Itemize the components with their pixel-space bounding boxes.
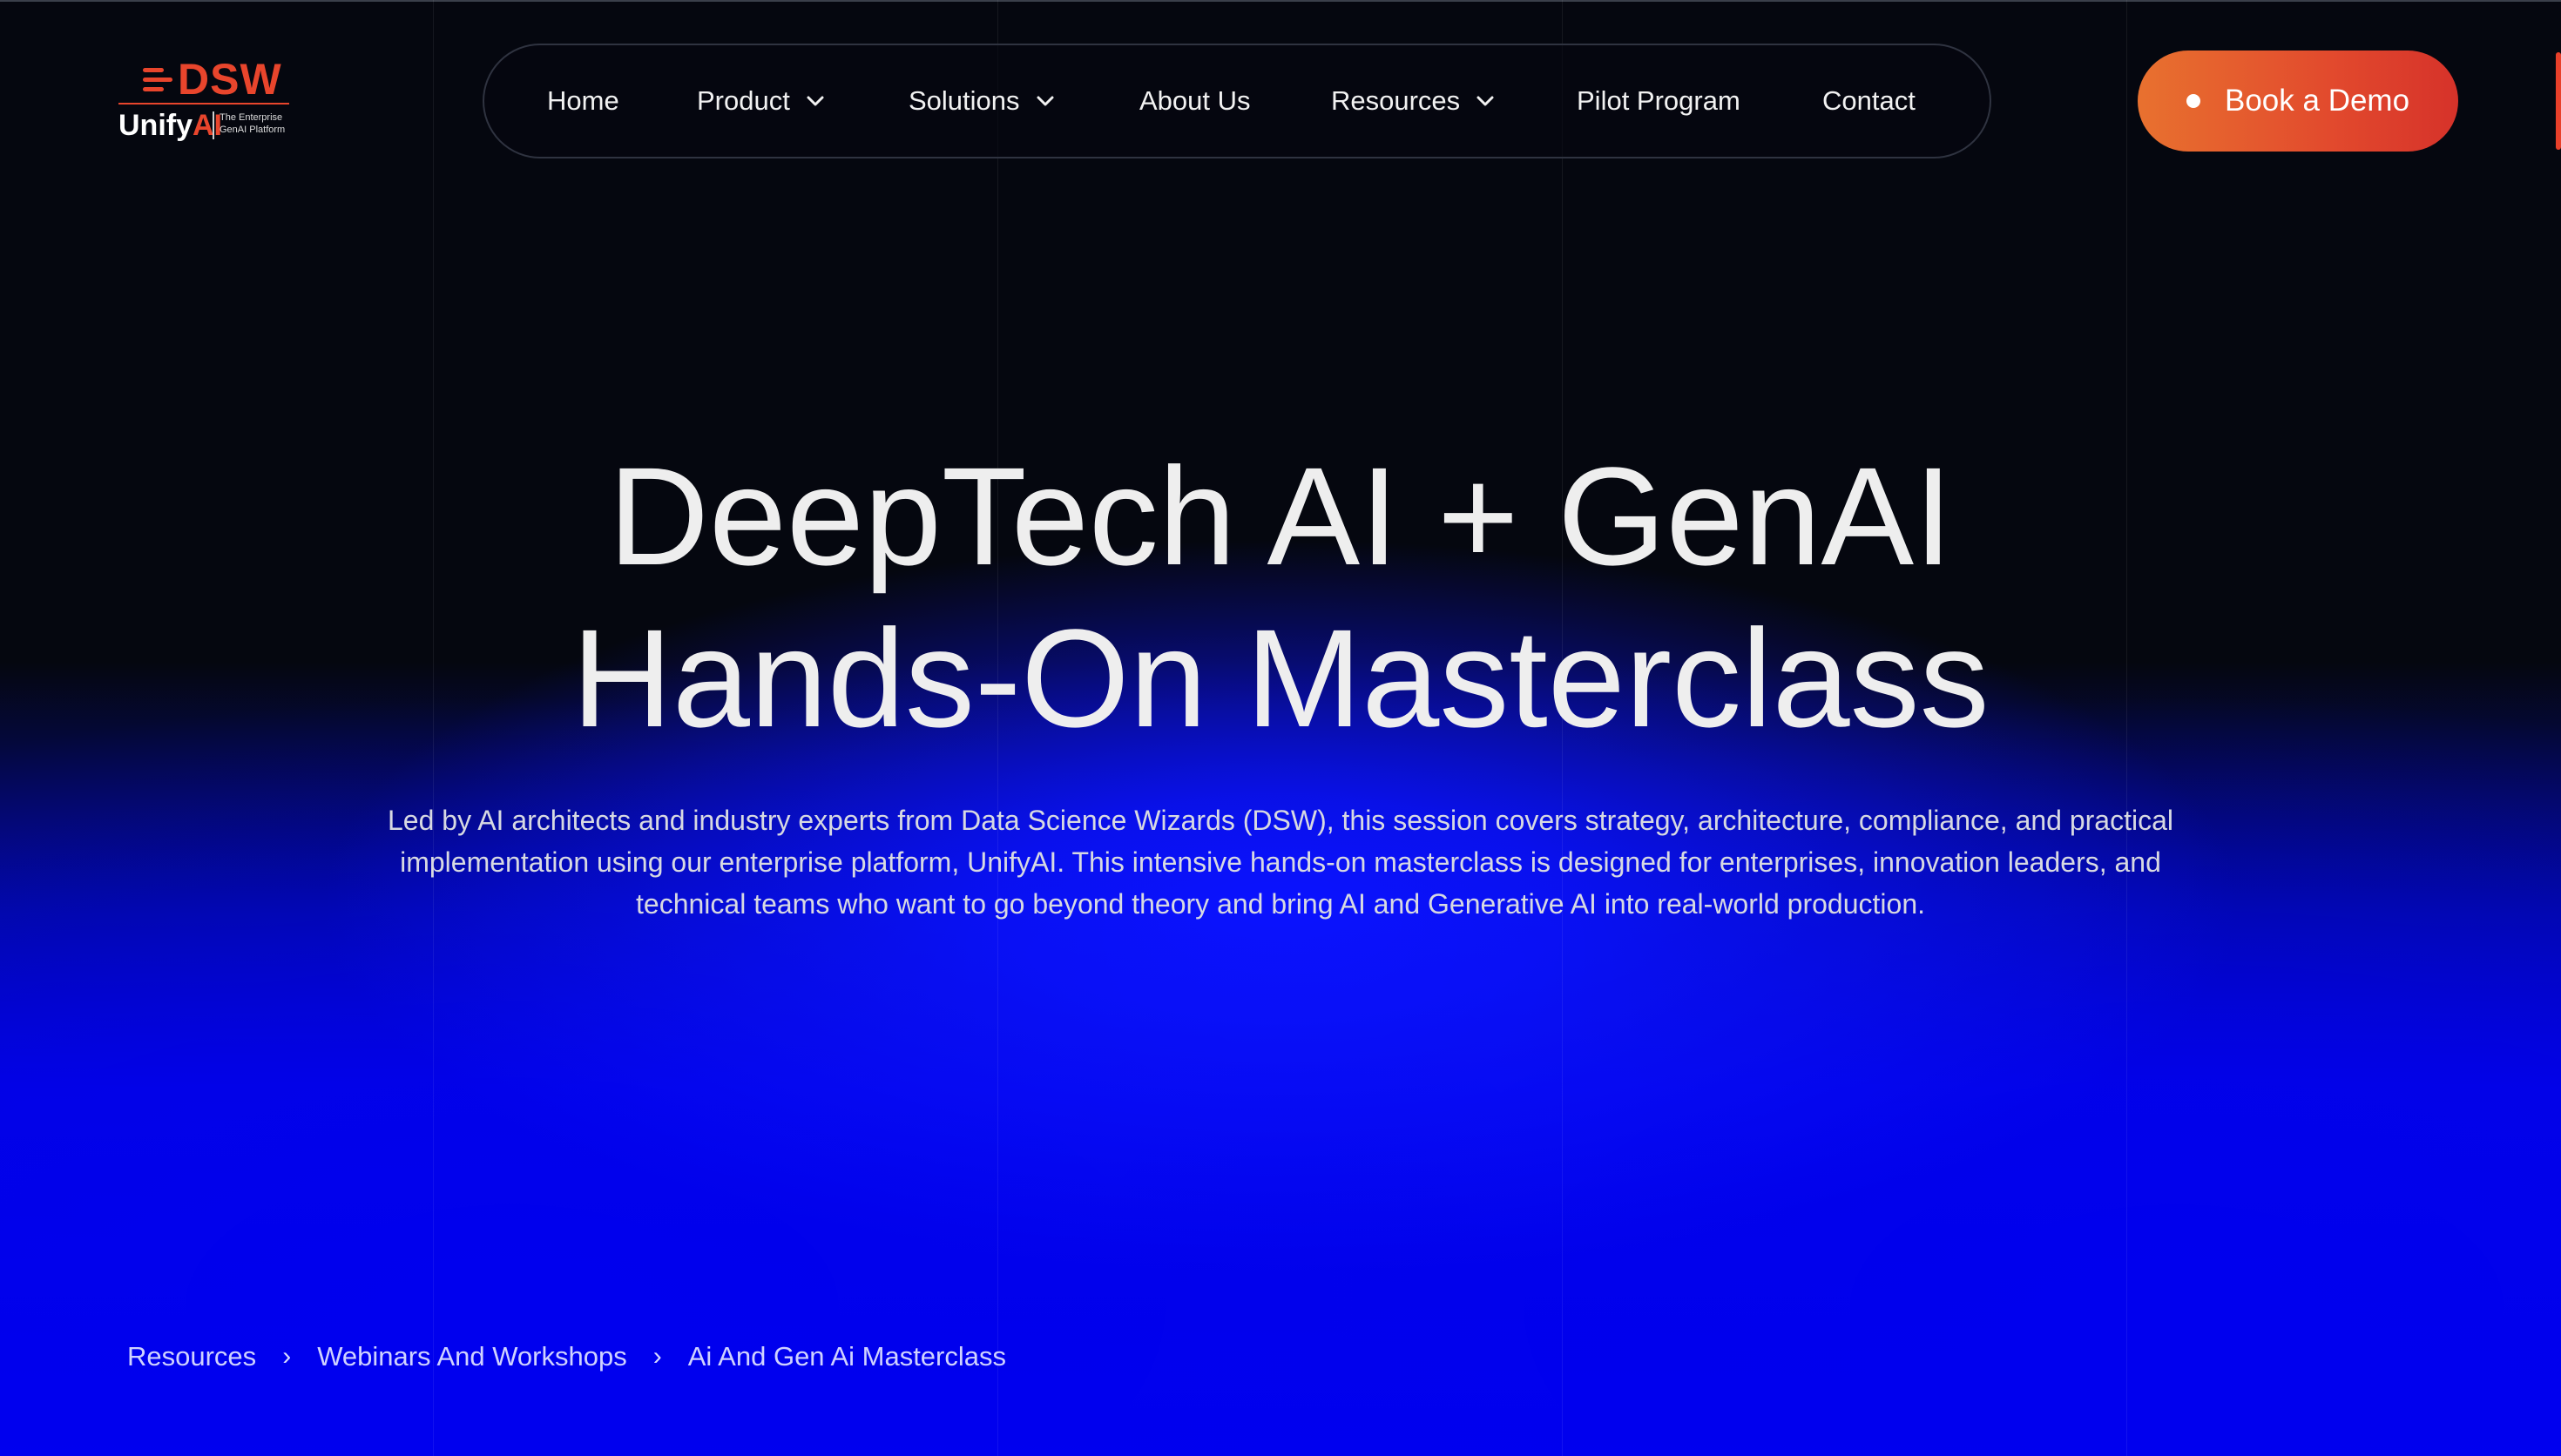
logo-product-name: UnifyAI xyxy=(118,109,222,142)
nav-item-solutions[interactable]: Solutions xyxy=(909,45,1055,157)
logo-tagline: The Enterprise GenAI Platform xyxy=(220,112,286,135)
logo-divider xyxy=(118,103,289,104)
breadcrumb-item-webinars-and-workshops[interactable]: Webinars And Workshops xyxy=(317,1341,627,1372)
nav-item-home[interactable]: Home xyxy=(547,45,619,157)
breadcrumb-item-resources[interactable]: Resources xyxy=(127,1341,256,1372)
book-demo-button[interactable]: Book a Demo xyxy=(2138,51,2458,152)
hero-title-line-1: DeepTech AI + GenAI xyxy=(608,438,1953,594)
hero-title: DeepTech AI + GenAI Hands-On Masterclass xyxy=(0,435,2561,759)
main-nav: Home Product Solutions About Us Resource… xyxy=(483,44,1991,158)
breadcrumb-separator: › xyxy=(282,1342,292,1371)
page: DSW UnifyAI The Enterprise GenAI Platfor… xyxy=(0,0,2561,1456)
nav-item-contact[interactable]: Contact xyxy=(1822,45,1916,157)
nav-item-pilot-program[interactable]: Pilot Program xyxy=(1577,45,1740,157)
scrollbar-thumb[interactable] xyxy=(2556,52,2561,150)
nav-item-about-us[interactable]: About Us xyxy=(1139,45,1251,157)
chevron-down-icon xyxy=(1037,96,1054,106)
chevron-down-icon xyxy=(807,96,824,106)
logo-separator xyxy=(213,111,214,139)
hero-title-line-2: Hands-On Masterclass xyxy=(571,600,1990,756)
breadcrumb-separator: › xyxy=(652,1342,662,1371)
dot-icon xyxy=(2186,94,2200,108)
top-border xyxy=(0,0,2561,2)
logo-brand-text: DSW xyxy=(178,55,282,104)
chevron-down-icon xyxy=(1476,96,1494,106)
nav-item-product[interactable]: Product xyxy=(697,45,825,157)
breadcrumb: Resources › Webinars And Workshops › Ai … xyxy=(127,1341,1006,1372)
dsw-logo-mark: DSW xyxy=(143,57,282,101)
nav-item-resources[interactable]: Resources xyxy=(1331,45,1495,157)
book-demo-label: Book a Demo xyxy=(2225,84,2410,118)
logo-speed-lines-icon xyxy=(143,67,172,91)
breadcrumb-item-current: Ai And Gen Ai Masterclass xyxy=(687,1341,1006,1372)
site-logo[interactable]: DSW UnifyAI The Enterprise GenAI Platfor… xyxy=(118,57,293,145)
hero-description: Led by AI architects and industry expert… xyxy=(387,805,2173,920)
